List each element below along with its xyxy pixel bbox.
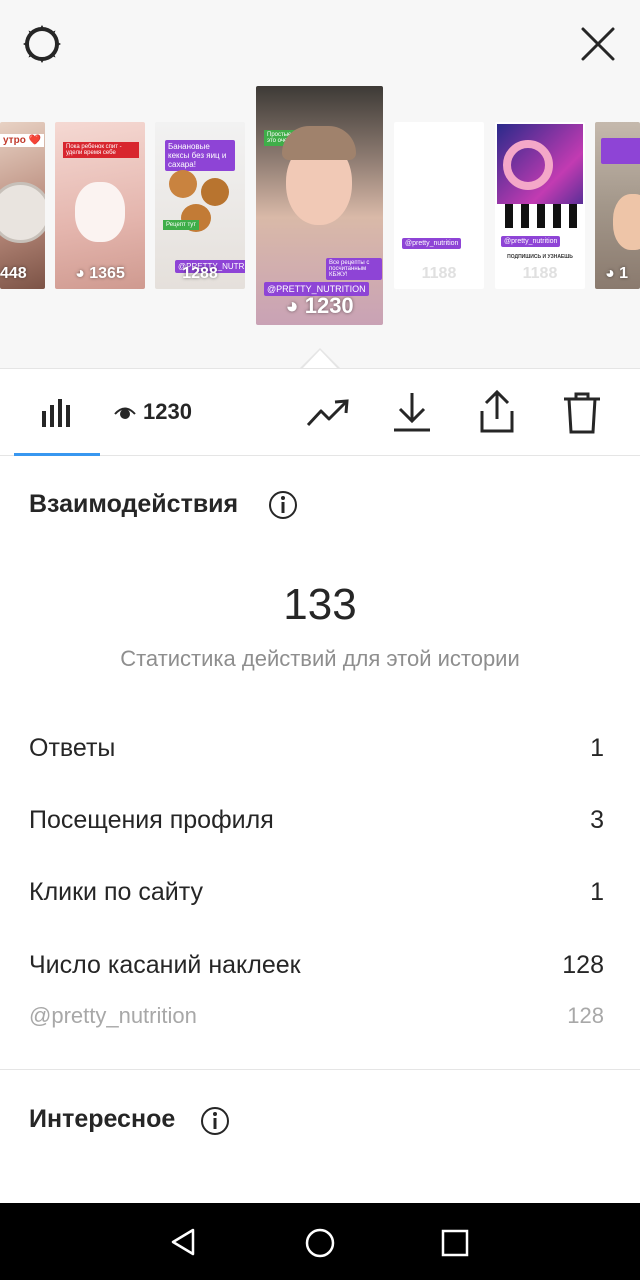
active-tab-indicator: [14, 453, 100, 456]
selection-pointer-fill: [302, 350, 338, 369]
story-views: ◕ 1365: [75, 265, 125, 282]
stat-label: Посещения профиля: [29, 806, 274, 834]
stat-value: 128: [562, 951, 604, 979]
story-thumbnail[interactable]: утро ❤️ 448: [0, 122, 45, 289]
story-views: 1288: [182, 265, 218, 282]
story-thumbnail[interactable]: Банановые кексы без яиц и сахара! Рецепт…: [155, 122, 245, 289]
recents-icon[interactable]: [441, 1229, 469, 1257]
story-title: утро ❤️: [0, 134, 45, 147]
info-icon[interactable]: [268, 490, 298, 520]
checkered-floor: [497, 204, 583, 228]
story-thumbnail[interactable]: ◕ 1: [595, 122, 640, 289]
stat-value: 1: [590, 878, 604, 906]
insights-trend-icon[interactable]: [306, 397, 350, 429]
eye-icon: ◕: [605, 265, 620, 282]
hair-image: [282, 126, 356, 160]
discovery-title: Интересное: [29, 1105, 176, 1133]
story-strip-panel: утро ❤️ 448 Пока ребенок спит - удели вр…: [0, 0, 640, 368]
interactions-subtitle: Статистика действий для этой истории: [120, 646, 520, 671]
story-thumbnail[interactable]: Пока ребенок спит - удели время себе ◕ 1…: [55, 122, 145, 289]
stat-label: Клики по сайту: [29, 878, 203, 906]
stat-label: Число касаний наклеек: [29, 951, 301, 979]
story-handle: @pretty_nutrition: [402, 238, 462, 249]
story-thumbnail[interactable]: @pretty_nutrition 1188: [394, 122, 484, 289]
story-views: 1188: [522, 265, 558, 282]
donut-image: [503, 140, 553, 190]
stat-label: @pretty_nutrition: [29, 1003, 197, 1028]
android-nav-bar: [0, 1203, 640, 1280]
story-thumbnail-selected[interactable]: Простые рецепты - это очень красиво Все …: [256, 86, 383, 325]
story-title: Пока ребенок спит - удели время себе: [63, 142, 139, 158]
stat-value: 1: [590, 734, 604, 762]
stat-value: 3: [590, 806, 604, 834]
eye-icon: ◕: [75, 265, 90, 282]
story-handle: @pretty_nutrition: [501, 236, 561, 247]
muffin-image: [169, 170, 197, 198]
home-icon[interactable]: [304, 1227, 336, 1259]
face-image: [613, 194, 640, 250]
stat-value: 128: [567, 1003, 604, 1028]
close-icon[interactable]: [574, 20, 622, 68]
download-icon[interactable]: [392, 391, 432, 433]
interactions-total: 133: [283, 580, 357, 629]
story-title: Банановые кексы без яиц и сахара!: [165, 140, 235, 171]
stat-label: Ответы: [29, 734, 116, 762]
stats-icon[interactable]: [40, 397, 72, 429]
story-views: ◕ 1: [605, 265, 629, 282]
story-thumbnail[interactable]: @pretty_nutrition ПОДПИШИСЬ И УЗНАЕШЬ 11…: [495, 122, 585, 289]
section-divider: [0, 1069, 640, 1070]
story-views: 1188: [421, 265, 457, 282]
trash-icon[interactable]: [562, 391, 602, 435]
story-views: ◕ 1230: [285, 293, 354, 318]
settings-icon[interactable]: [18, 20, 66, 68]
plate-image: [0, 182, 45, 243]
back-icon[interactable]: [168, 1227, 198, 1257]
views-count: 1230: [143, 399, 192, 424]
eye-icon: [114, 407, 136, 419]
story-caption: Все рецепты с посчитанным КБЖУ!: [326, 258, 382, 280]
face-mask-image: [75, 182, 125, 242]
story-image: [497, 124, 583, 228]
eye-icon: ◕: [285, 293, 305, 318]
story-title: [601, 138, 640, 164]
story-toolbar: 1230: [0, 368, 640, 456]
story-sticker: Рецепт тут: [163, 220, 200, 230]
interactions-title: Взаимодействия: [29, 490, 239, 518]
story-heading: ПОДПИШИСЬ И УЗНАЕШЬ: [507, 254, 573, 260]
story-views: 448: [0, 265, 27, 282]
share-icon[interactable]: [476, 389, 518, 435]
muffin-image: [201, 178, 229, 206]
info-icon[interactable]: [200, 1106, 230, 1136]
